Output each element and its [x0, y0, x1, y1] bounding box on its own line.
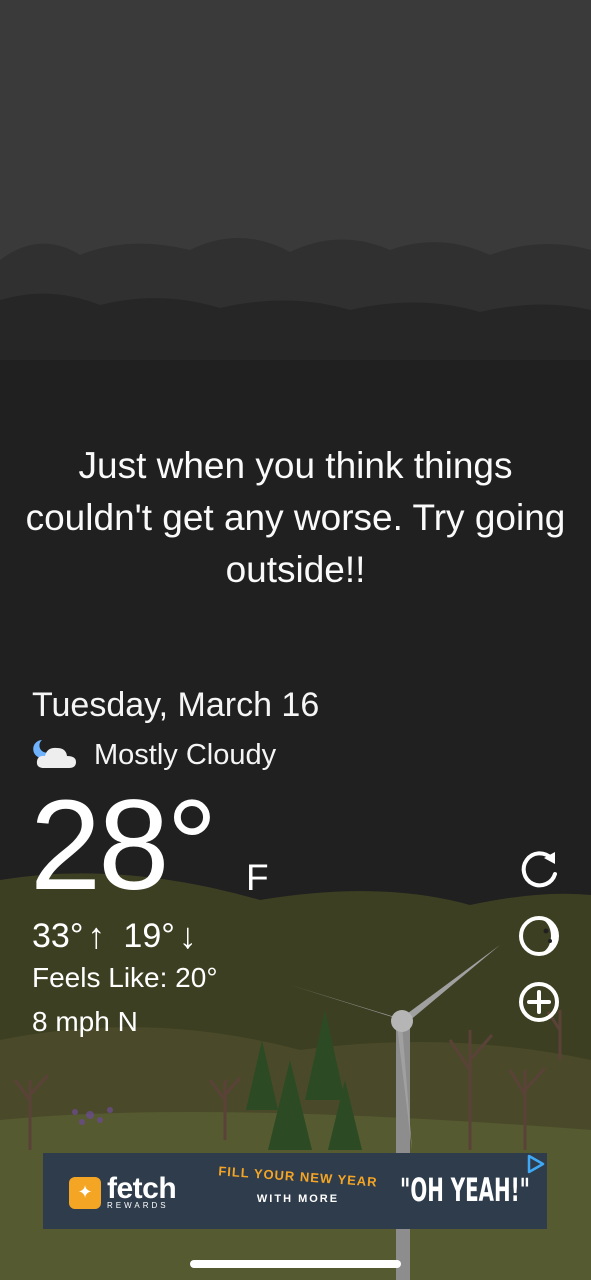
- condition-text: Mostly Cloudy: [94, 738, 277, 771]
- ad-brand-logo: ✦ fetch REWARDS: [69, 1172, 177, 1210]
- arrow-down-icon: ↓: [178, 915, 197, 956]
- date-label: Tuesday, March 16: [32, 686, 320, 724]
- moon-icon[interactable]: [517, 914, 561, 958]
- ad-banner[interactable]: ✦ fetch REWARDS FILL YOUR NEW YEAR WITH …: [43, 1153, 547, 1229]
- high-temperature: 33°: [32, 916, 84, 955]
- temperature-unit[interactable]: F: [246, 857, 269, 899]
- ad-headline: FILL YOUR NEW YEAR: [217, 1163, 379, 1190]
- adchoices-icon[interactable]: [524, 1153, 546, 1175]
- current-temperature: 28°: [30, 774, 218, 917]
- weather-quote: Just when you think things couldn't get …: [25, 445, 566, 590]
- ad-brand: fetch: [107, 1172, 177, 1205]
- high-low-row: 33° ↑ 19° ↓: [32, 915, 215, 957]
- refresh-icon[interactable]: [517, 848, 561, 892]
- background-scene: [0, 0, 591, 1280]
- ad-tagline: "OH YEAH!": [400, 1171, 530, 1209]
- ad-subline: WITH MORE: [256, 1193, 340, 1205]
- wind: 8 mph N: [32, 1006, 138, 1037]
- low-temperature: 19°: [123, 916, 175, 955]
- add-circle-icon[interactable]: [517, 980, 561, 1024]
- feels-like: Feels Like: 20°: [32, 962, 218, 993]
- fetch-logo-icon: ✦: [69, 1176, 101, 1209]
- partly-cloudy-night-icon: [33, 740, 76, 768]
- condition-row: Mostly Cloudy: [32, 735, 276, 775]
- ad-brand-sub: REWARDS: [107, 1201, 169, 1210]
- arrow-up-icon: ↑: [87, 915, 106, 956]
- home-indicator[interactable]: [190, 1260, 401, 1268]
